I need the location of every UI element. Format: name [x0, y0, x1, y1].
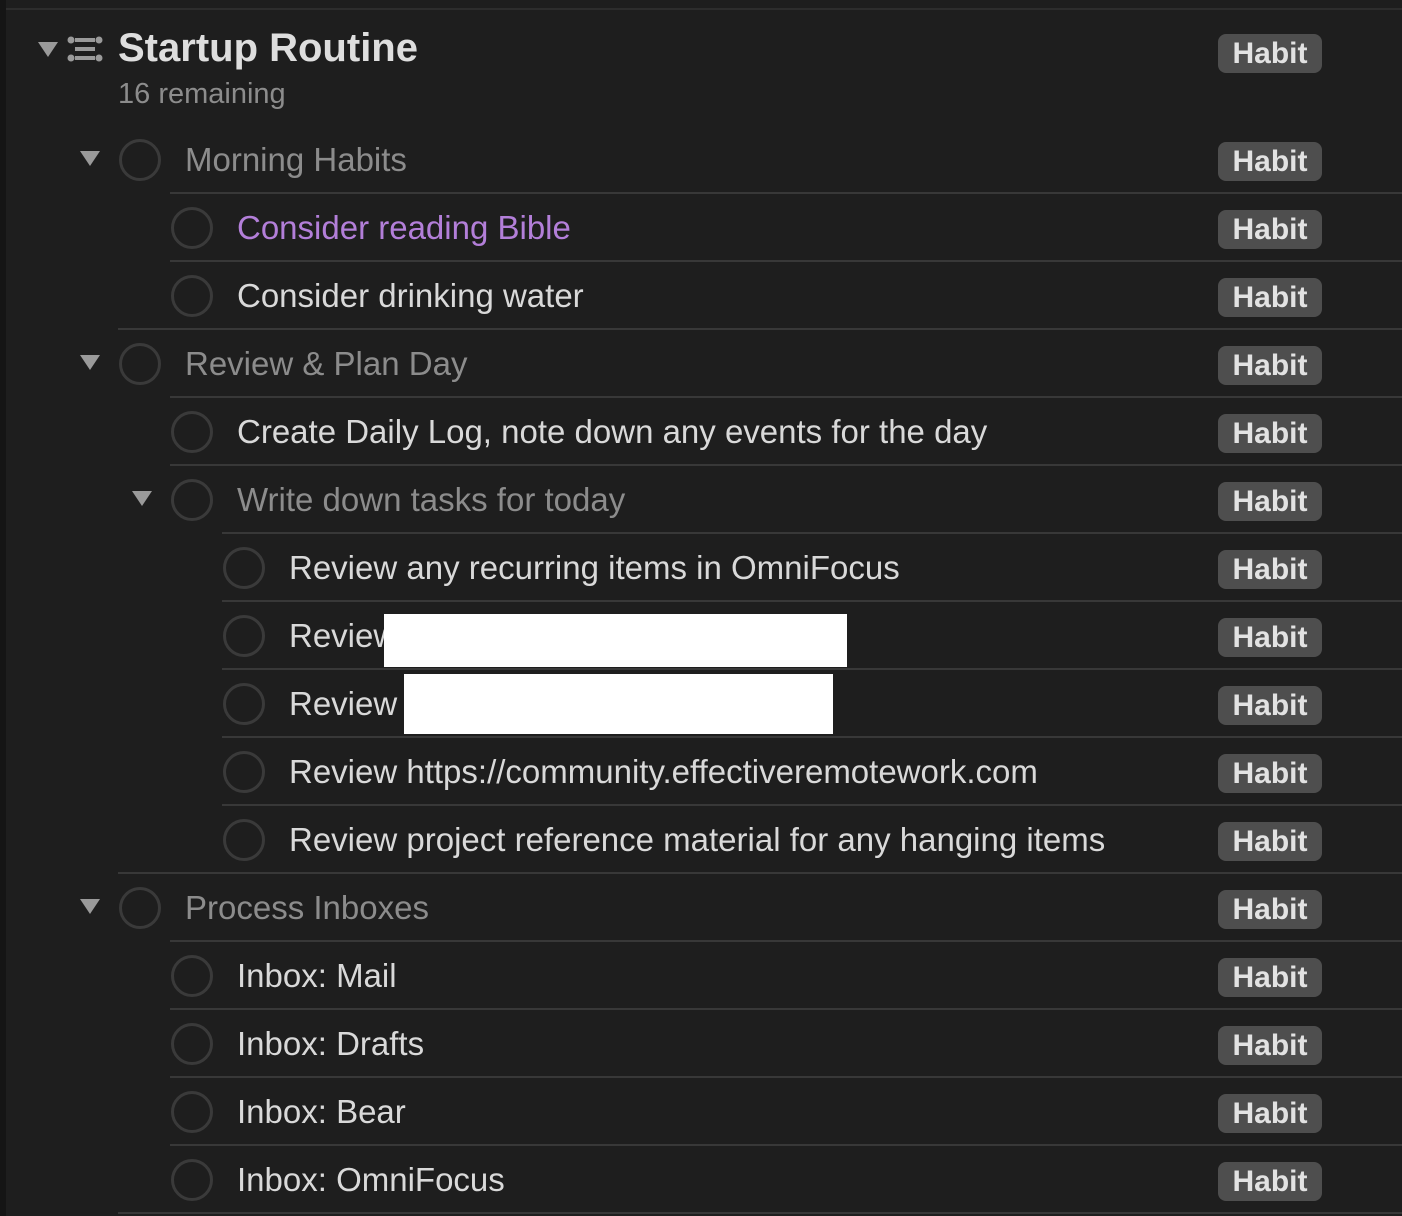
checkbox-circle[interactable]	[171, 1023, 213, 1065]
task-tag[interactable]: Habit	[1218, 686, 1322, 725]
checkbox-circle[interactable]	[223, 819, 265, 861]
task-tag[interactable]: Habit	[1218, 958, 1322, 997]
checkbox-circle[interactable]	[119, 139, 161, 181]
task-tag[interactable]: Habit	[1218, 618, 1322, 657]
list-item[interactable]: Inbox: Mail Habit	[0, 942, 1402, 1010]
list-item[interactable]: Review project reference material for an…	[0, 806, 1402, 874]
checkbox-circle[interactable]	[171, 1159, 213, 1201]
checkbox-circle[interactable]	[171, 479, 213, 521]
task-tag[interactable]: Habit	[1218, 482, 1322, 521]
disclosure-triangle-icon[interactable]	[80, 151, 100, 166]
checkbox-circle[interactable]	[119, 887, 161, 929]
task-title[interactable]: Inbox: Mail	[237, 956, 397, 996]
task-tag[interactable]: Habit	[1218, 210, 1322, 249]
disclosure-triangle-icon[interactable]	[38, 42, 58, 57]
checkbox-circle[interactable]	[223, 547, 265, 589]
task-tag[interactable]: Habit	[1218, 414, 1322, 453]
task-tag[interactable]: Habit	[1218, 346, 1322, 385]
task-tag[interactable]: Habit	[1218, 890, 1322, 929]
list-item[interactable]: Review Habit	[0, 602, 1402, 670]
project-tag[interactable]: Habit	[1218, 34, 1322, 73]
task-title[interactable]: Inbox: Bear	[237, 1092, 406, 1132]
disclosure-triangle-icon[interactable]	[80, 355, 100, 370]
task-tag[interactable]: Habit	[1218, 822, 1322, 861]
list-item[interactable]: Review Habit	[0, 670, 1402, 738]
redaction-box	[384, 614, 847, 667]
list-item[interactable]: Inbox: Bear Habit	[0, 1078, 1402, 1146]
redaction-box	[404, 674, 833, 734]
task-title[interactable]: Consider drinking water	[237, 276, 584, 316]
task-title[interactable]: Consider reading Bible	[237, 208, 571, 248]
project-sequential-icon	[67, 36, 103, 62]
task-title[interactable]: Create Daily Log, note down any events f…	[237, 412, 987, 452]
project-title[interactable]: Startup Routine	[118, 28, 418, 68]
list-item[interactable]: Inbox: OmniFocus Habit	[0, 1146, 1402, 1214]
checkbox-circle[interactable]	[171, 275, 213, 317]
list-item-group[interactable]: Morning Habits Habit	[0, 126, 1402, 194]
project-header[interactable]: Startup Routine 16 remaining Habit	[0, 10, 1402, 125]
list-item[interactable]: Consider drinking water Habit	[0, 262, 1402, 330]
task-tag[interactable]: Habit	[1218, 550, 1322, 589]
list-item[interactable]: Inbox: Drafts Habit	[0, 1010, 1402, 1078]
task-title[interactable]: Review any recurring items in OmniFocus	[289, 548, 900, 588]
checkbox-circle[interactable]	[171, 411, 213, 453]
project-remaining-count: 16 remaining	[118, 78, 286, 110]
disclosure-triangle-icon[interactable]	[132, 491, 152, 506]
checkbox-circle[interactable]	[223, 683, 265, 725]
list-item-group[interactable]: Process Inboxes Habit	[0, 874, 1402, 942]
checkbox-circle[interactable]	[223, 751, 265, 793]
row-separator	[118, 1212, 1402, 1214]
task-title[interactable]: Process Inboxes	[185, 888, 429, 928]
list-item[interactable]: Create Daily Log, note down any events f…	[0, 398, 1402, 466]
task-tag[interactable]: Habit	[1218, 278, 1322, 317]
list-item[interactable]: Consider reading Bible Habit	[0, 194, 1402, 262]
task-title[interactable]: Review	[289, 616, 397, 656]
task-title[interactable]: Inbox: Drafts	[237, 1024, 424, 1064]
checkbox-circle[interactable]	[223, 615, 265, 657]
checkbox-circle[interactable]	[171, 1091, 213, 1133]
list-item[interactable]: Review https://community.effectiveremote…	[0, 738, 1402, 806]
checkbox-circle[interactable]	[171, 955, 213, 997]
task-title[interactable]: Inbox: OmniFocus	[237, 1160, 505, 1200]
task-tag[interactable]: Habit	[1218, 1094, 1322, 1133]
task-title[interactable]: Write down tasks for today	[237, 480, 625, 520]
task-tag[interactable]: Habit	[1218, 1026, 1322, 1065]
disclosure-triangle-icon[interactable]	[80, 899, 100, 914]
checkbox-circle[interactable]	[119, 343, 161, 385]
task-tag[interactable]: Habit	[1218, 142, 1322, 181]
list-item-group[interactable]: Review & Plan Day Habit	[0, 330, 1402, 398]
task-title[interactable]: Review	[289, 684, 397, 724]
task-title[interactable]: Morning Habits	[185, 140, 407, 180]
task-title[interactable]: Review https://community.effectiveremote…	[289, 752, 1038, 792]
list-item[interactable]: Review any recurring items in OmniFocus …	[0, 534, 1402, 602]
task-tag[interactable]: Habit	[1218, 1162, 1322, 1201]
list-item-group[interactable]: Write down tasks for today Habit	[0, 466, 1402, 534]
task-tag[interactable]: Habit	[1218, 754, 1322, 793]
task-title[interactable]: Review project reference material for an…	[289, 820, 1105, 860]
checkbox-circle[interactable]	[171, 207, 213, 249]
task-title[interactable]: Review & Plan Day	[185, 344, 467, 384]
